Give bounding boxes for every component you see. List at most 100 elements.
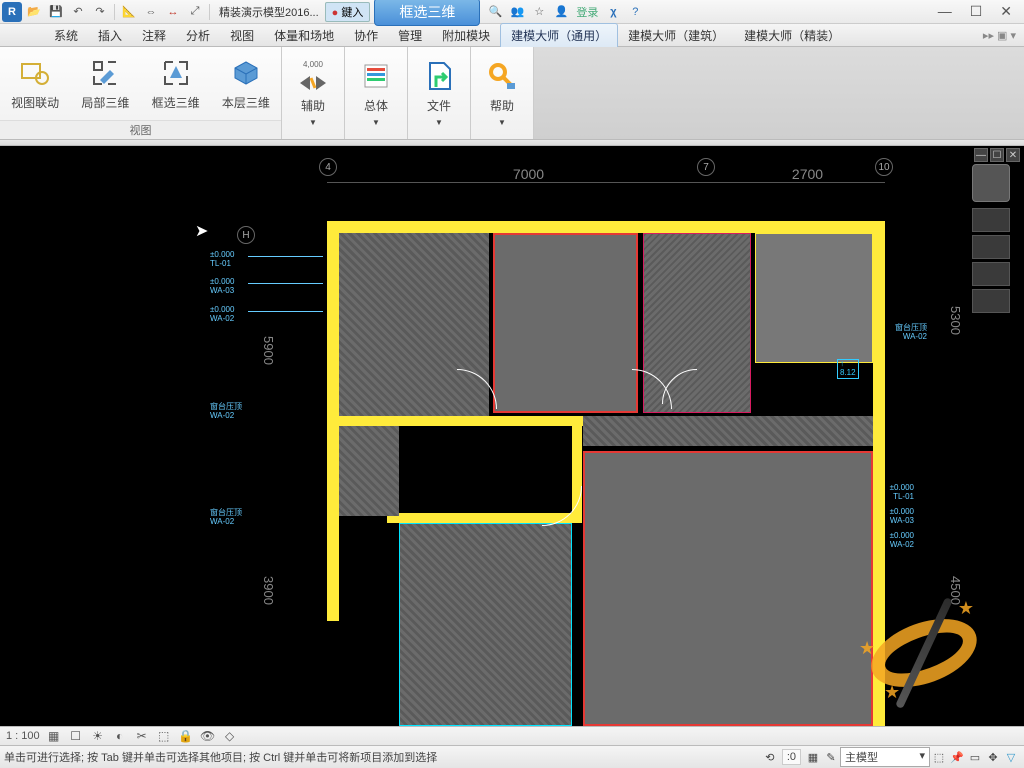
dim-top-1: 7000 [327, 166, 730, 183]
login-link[interactable]: 登录 [576, 4, 598, 20]
room-5 [339, 426, 399, 516]
close-button[interactable]: ✕ [1000, 3, 1012, 20]
nav-tool-4[interactable] [972, 289, 1010, 313]
expand-icon[interactable]: ⤢ [185, 2, 205, 22]
lock-icon[interactable]: 🔒 [178, 728, 194, 744]
floor-3d-icon [229, 56, 263, 90]
select-pinned-icon[interactable]: 📌 [948, 749, 966, 765]
view-close-icon[interactable]: ✕ [1006, 148, 1020, 162]
view-control-bar: 1 : 100 ▦ ☐ ☀ ◐ ✂ ⬚ 🔒 👁 ◇ [0, 726, 1024, 746]
crop-icon[interactable]: ✂ [134, 728, 150, 744]
view-minimize-icon[interactable]: — [974, 148, 988, 162]
binoculars-icon[interactable]: 🔍 [485, 2, 505, 22]
annotation-room-2: 窗台压顶WA-02 [210, 509, 242, 527]
title-bar: R 📂 💾 ↶ ↷ 📐 ⇔ ↔ ⤢ 精装演示模型2016... ● 鍵入 框选三… [0, 0, 1024, 24]
tab-collaborate[interactable]: 协作 [344, 24, 388, 47]
room-7 [583, 451, 873, 726]
tab-manage[interactable]: 管理 [388, 24, 432, 47]
assist-button[interactable]: 4,000 辅助▼ [282, 47, 344, 139]
tab-annotate[interactable]: 注释 [132, 24, 176, 47]
tab-massing[interactable]: 体量和场地 [264, 24, 344, 47]
grid-bubble-10: 10 [875, 158, 893, 176]
shadows-icon[interactable]: ◐ [112, 728, 128, 744]
redo-icon[interactable]: ↷ [90, 2, 110, 22]
search-button[interactable]: ● 鍵入 [325, 2, 371, 22]
watermark-logo: ★ ★ ★ [854, 588, 994, 718]
floor-plan: 4 7000 7 2700 10 ↑8.12 [327, 221, 885, 726]
mouse-cursor: ➤ [195, 221, 208, 241]
partial-3d-button[interactable]: 局部三维 [70, 47, 140, 120]
reveal-icon[interactable]: 👁 [200, 728, 216, 744]
status-bar: 单击可进行选择; 按 Tab 键并单击可选择其他项目; 按 Ctrl 键并单击可… [0, 746, 1024, 768]
exchange-icon[interactable]: χ [603, 2, 623, 22]
save-icon[interactable]: 💾 [46, 2, 66, 22]
people-icon[interactable]: 👥 [507, 2, 527, 22]
undo-icon[interactable]: ↶ [68, 2, 88, 22]
grid-bubble-h: H [237, 226, 255, 244]
overall-button[interactable]: 总体▼ [345, 47, 407, 139]
file-button[interactable]: 文件▼ [408, 47, 470, 139]
nav-tool-3[interactable] [972, 262, 1010, 286]
drag-icon[interactable]: ✥ [984, 749, 1002, 765]
tab-analyze[interactable]: 分析 [176, 24, 220, 47]
temp-hide-icon[interactable]: ◇ [222, 728, 238, 744]
tab-master-general[interactable]: 建模大师（通用） [500, 23, 618, 47]
sun-path-icon[interactable]: ☀ [90, 728, 106, 744]
workset-icon[interactable]: ▦ [804, 749, 822, 765]
annotation-3: ±0.000WA-02 [210, 306, 234, 324]
ribbon-group-view-label: 视图 [0, 120, 281, 139]
select-face-icon[interactable]: ▭ [966, 749, 984, 765]
annotation-r3: ±0.000WA-03 [890, 508, 914, 526]
tab-master-arch[interactable]: 建模大师（建筑） [618, 24, 734, 47]
crop-region-icon[interactable]: ⬚ [156, 728, 172, 744]
file-icon [422, 59, 456, 93]
align-icon[interactable]: ⇔ [141, 2, 161, 22]
view-link-icon [18, 56, 52, 90]
floor-3d-button[interactable]: 本层三维 [211, 47, 281, 120]
user-icon[interactable]: 👤 [551, 2, 571, 22]
open-icon[interactable]: 📂 [24, 2, 44, 22]
drawing-canvas[interactable]: — ☐ ✕ ➤ 5900 3900 5300 4500 H ±0.000TL-0… [0, 146, 1024, 726]
ribbon-overflow[interactable]: ▸▸ ▣ ▾ [983, 29, 1024, 42]
document-title: 精装演示模型2016... [219, 4, 319, 20]
status-icon-1[interactable]: ⟲ [761, 749, 779, 765]
workset-dropdown[interactable]: 主模型▾ [840, 747, 930, 767]
editable-icon[interactable]: ✎ [822, 749, 840, 765]
view-maximize-icon[interactable]: ☐ [990, 148, 1004, 162]
tab-addins[interactable]: 附加模块 [432, 24, 500, 47]
star-icon[interactable]: ☆ [529, 2, 549, 22]
select-links-icon[interactable]: ⬚ [930, 749, 948, 765]
tab-view[interactable]: 视图 [220, 24, 264, 47]
visual-style-icon[interactable]: ☐ [68, 728, 84, 744]
filter-icon[interactable]: ▽ [1002, 749, 1020, 765]
help-icon[interactable]: ? [625, 2, 645, 22]
view-link-button[interactable]: 视图联动 [0, 47, 70, 120]
dimension-icon[interactable]: ↔ [163, 2, 183, 22]
annotation-room-1: 窗台压顶WA-02 [210, 403, 242, 421]
scale-value[interactable]: 1 : 100 [6, 730, 40, 742]
overall-icon [359, 59, 393, 93]
box-select-3d-button[interactable]: 框选三维 [374, 0, 480, 26]
tab-master-interior[interactable]: 建模大师（精装） [734, 24, 850, 47]
app-logo[interactable]: R [2, 2, 22, 22]
view-cube[interactable] [972, 164, 1010, 202]
assist-icon [296, 73, 330, 93]
partial-3d-icon [88, 56, 122, 90]
box-3d-button[interactable]: 框选三维 [141, 47, 211, 120]
status-message: 单击可进行选择; 按 Tab 键并单击可选择其他项目; 按 Ctrl 键并单击可… [4, 749, 761, 765]
annotation-2: ±0.000WA-03 [210, 278, 234, 296]
dimension-right-1: 5300 [948, 306, 963, 335]
measure-icon[interactable]: 📐 [119, 2, 139, 22]
nav-tool-2[interactable] [972, 235, 1010, 259]
tab-insert[interactable]: 插入 [88, 24, 132, 47]
detail-level-icon[interactable]: ▦ [46, 728, 62, 744]
maximize-button[interactable]: ☐ [970, 3, 983, 20]
minimize-button[interactable]: — [938, 3, 952, 20]
status-slot[interactable]: :0 [782, 749, 801, 765]
annotation-mid-value: ↑8.12 [837, 359, 859, 379]
room-6 [399, 523, 572, 726]
nav-tool-1[interactable] [972, 208, 1010, 232]
help-button[interactable]: 帮助▼ [471, 47, 533, 139]
navigation-widget[interactable] [972, 164, 1012, 316]
tab-system[interactable]: 系统 [44, 24, 88, 47]
